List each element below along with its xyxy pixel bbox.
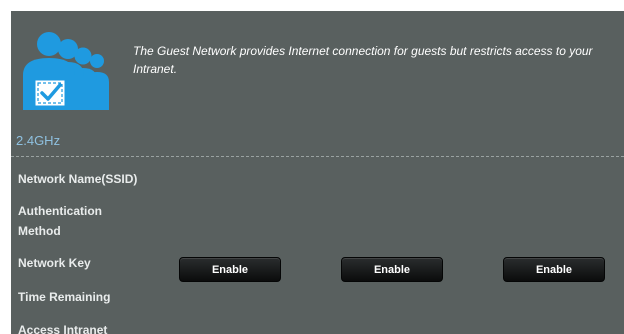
label-access-intranet: Access Intranet	[18, 323, 108, 334]
divider	[11, 156, 624, 157]
label-network-key: Network Key	[18, 256, 91, 270]
label-network-name: Network Name(SSID)	[18, 172, 138, 186]
label-time-remaining: Time Remaining	[18, 290, 111, 304]
intro-description: The Guest Network provides Internet conn…	[133, 44, 593, 76]
enable-button-2[interactable]: Enable	[341, 257, 443, 282]
guest-users-check-icon	[23, 32, 109, 110]
enable-button-3[interactable]: Enable	[503, 257, 605, 282]
label-authentication-method: Authentication Method	[18, 204, 102, 238]
guest-network-panel: The Guest Network provides Internet conn…	[11, 11, 624, 334]
band-heading: 2.4GHz	[16, 133, 61, 148]
enable-button-1[interactable]: Enable	[179, 257, 281, 282]
